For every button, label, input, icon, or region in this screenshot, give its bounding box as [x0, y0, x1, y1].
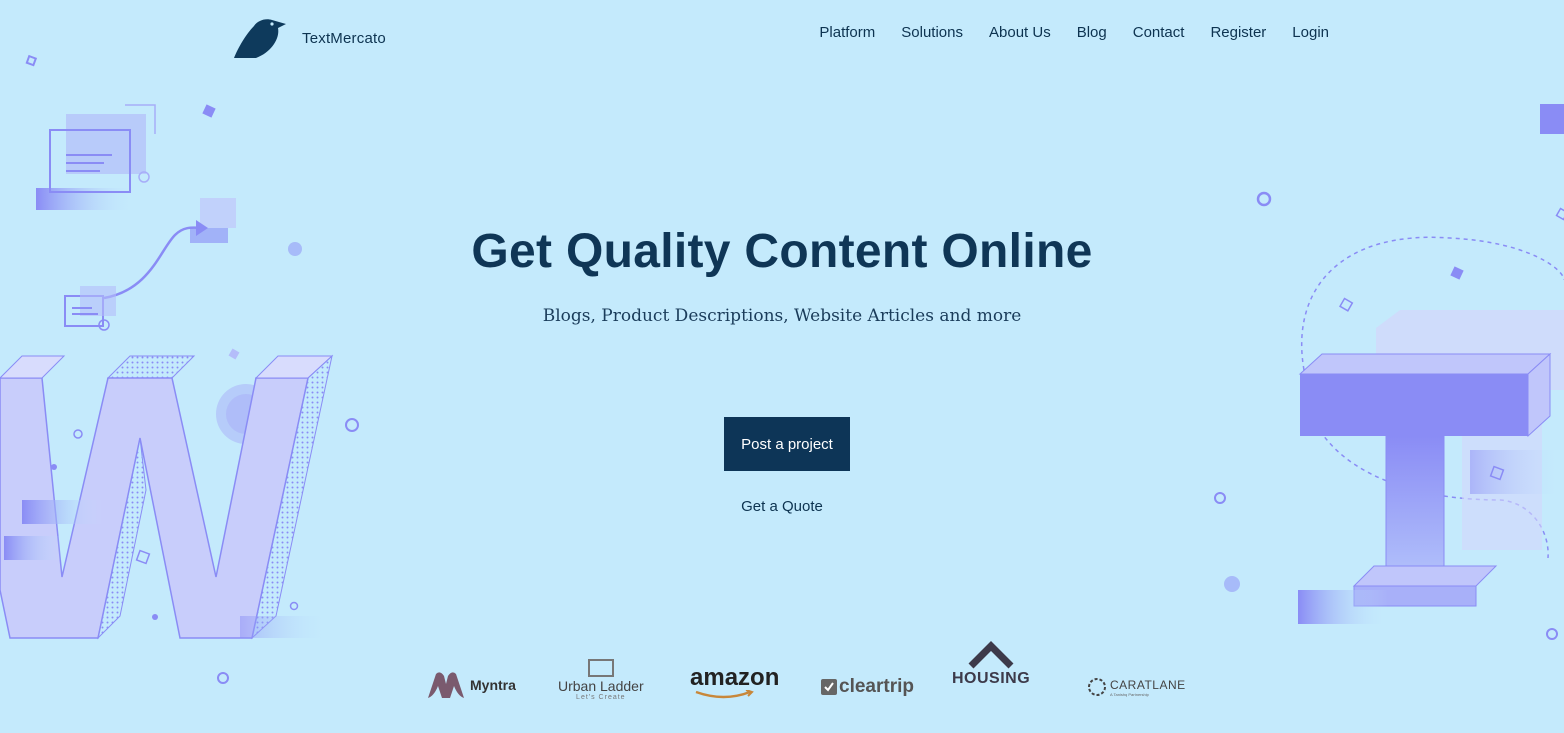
client-housing-label: HOUSING: [952, 670, 1031, 687]
nav-login[interactable]: Login: [1292, 24, 1329, 41]
brand-name: TextMercato: [302, 29, 386, 47]
client-urban-ladder: Urban Ladder Let's Create: [558, 658, 644, 701]
nav-platform[interactable]: Platform: [819, 24, 875, 41]
post-project-button[interactable]: Post a project: [724, 417, 850, 471]
caratlane-logo-icon: [1088, 678, 1106, 696]
client-logos: Myntra Urban Ladder Let's Create amazon …: [420, 640, 1200, 710]
client-urban-ladder-tagline: Let's Create: [576, 694, 626, 701]
urban-ladder-logo-icon: [587, 659, 614, 677]
main-nav: Platform Solutions About Us Blog Contact…: [819, 24, 1329, 41]
nav-register[interactable]: Register: [1210, 24, 1266, 41]
get-quote-link[interactable]: Get a Quote: [0, 498, 1564, 515]
myntra-logo-icon: [428, 672, 464, 698]
brand-logo[interactable]: TextMercato: [232, 16, 386, 60]
hero-title: Get Quality Content Online: [471, 225, 1093, 278]
nav-solutions[interactable]: Solutions: [901, 24, 963, 41]
hero-subtitle: Blogs, Product Descriptions, Website Art…: [542, 306, 1022, 326]
nav-contact[interactable]: Contact: [1133, 24, 1185, 41]
client-urban-ladder-label: Urban Ladder: [558, 678, 644, 694]
client-caratlane-tagline: A Tanishq Partnership: [1110, 691, 1149, 697]
client-cleartrip: cleartrip: [821, 676, 914, 698]
client-myntra-label: Myntra: [470, 677, 516, 693]
client-housing: HOUSING: [952, 640, 1030, 688]
nav-about-us[interactable]: About Us: [989, 24, 1051, 41]
cleartrip-check-icon: [821, 679, 837, 695]
client-amazon: amazon: [690, 666, 779, 700]
client-amazon-label: amazon: [690, 664, 780, 691]
hero-illustration-left: [0, 54, 359, 684]
client-myntra: Myntra: [426, 670, 516, 700]
client-caratlane: CARATLANE A Tanishq Partnership: [1086, 676, 1186, 698]
client-cleartrip-label: cleartrip: [839, 676, 914, 697]
nav-blog[interactable]: Blog: [1077, 24, 1107, 41]
client-caratlane-label: CARATLANE: [1110, 677, 1186, 692]
bird-logo-icon: [234, 19, 286, 58]
hero-illustration-right: [1214, 104, 1564, 640]
housing-roof-icon: [968, 641, 1014, 669]
amazon-smile-icon: [695, 690, 754, 699]
